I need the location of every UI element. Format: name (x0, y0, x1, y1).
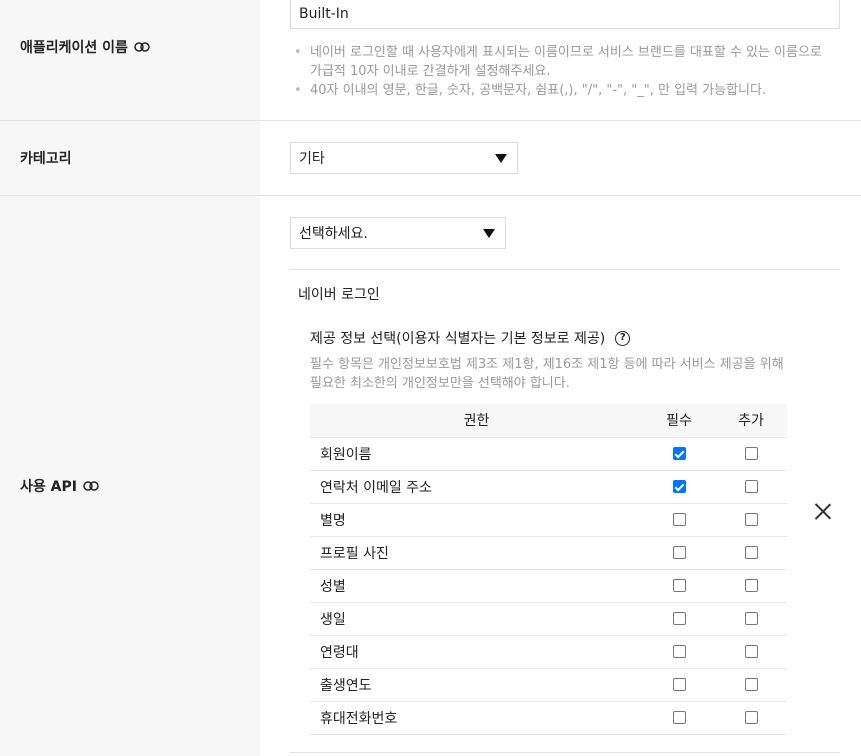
question-circle-icon[interactable]: ? (615, 330, 631, 346)
naver-login-title: 네이버 로그인 (298, 287, 380, 303)
extra-cell (715, 535, 787, 569)
permission-name: 생일 (310, 601, 643, 635)
app-name-row: 애플리케이션 이름 네이버 로그인할 때 사용자에게 표시되는 이름이므로 서비… (0, 0, 861, 121)
extra-cell (715, 469, 787, 503)
required-cell (643, 502, 715, 536)
required-cell (643, 667, 715, 701)
table-row: 생일 (310, 601, 787, 635)
extra-checkbox[interactable] (744, 678, 758, 691)
required-cell (643, 469, 715, 503)
app-name-help-list: 네이버 로그인할 때 사용자에게 표시되는 이름이므로 서비스 브랜드를 대표할… (292, 43, 832, 100)
required-checkbox[interactable] (672, 579, 686, 592)
api-select[interactable]: 선택하세요. (290, 217, 506, 249)
category-row: 카테고리 기타 (0, 121, 861, 196)
extra-checkbox[interactable] (744, 711, 758, 724)
extra-checkbox[interactable] (744, 546, 758, 559)
required-cell (643, 535, 715, 569)
label-column: 사용 API (0, 196, 260, 756)
required-cell (643, 436, 715, 470)
info-select-title: 제공 정보 선택(이용자 식별자는 기본 정보로 제공) ? (310, 328, 631, 348)
link-icon[interactable] (134, 42, 150, 52)
header-permission: 권한 (310, 404, 643, 437)
required-checkbox[interactable] (672, 711, 686, 724)
category-select[interactable]: 기타 (290, 142, 518, 174)
extra-checkbox[interactable] (744, 513, 758, 526)
required-cell (643, 700, 715, 735)
permission-table: 권한 필수 추가 회원이름 연락처 이메일 주소 별명 프로필 사진 성별 생일 연령대 출생… (310, 404, 787, 735)
required-checkbox[interactable] (672, 612, 686, 625)
table-row: 연락처 이메일 주소 (310, 469, 787, 503)
permission-name: 연령대 (310, 634, 643, 668)
link-icon[interactable] (83, 481, 99, 491)
required-checkbox[interactable] (672, 447, 686, 460)
api-select-placeholder: 선택하세요. (299, 226, 368, 242)
help-item: 40자 이내의 영문, 한글, 숫자, 공백문자, 쉼표(,), "/", "-… (292, 81, 832, 100)
table-row: 휴대전화번호 (310, 700, 787, 735)
info-select-desc: 필수 항목은 개인정보보호법 제3조 제1항, 제16조 제1항 등에 따라 서… (310, 357, 784, 391)
label-column: 애플리케이션 이름 (0, 0, 260, 120)
permission-name: 휴대전화번호 (310, 700, 643, 735)
label-column: 카테고리 (0, 121, 260, 195)
permission-name: 프로필 사진 (310, 535, 643, 569)
permission-name: 출생연도 (310, 667, 643, 701)
caret-down-icon (483, 229, 495, 238)
divider (290, 269, 840, 270)
category-selected-value: 기타 (299, 151, 325, 167)
required-cell (643, 634, 715, 668)
extra-checkbox[interactable] (744, 612, 758, 625)
table-row: 성별 (310, 568, 787, 602)
header-extra: 추가 (715, 404, 787, 437)
api-label-text: 사용 API (20, 479, 77, 495)
api-row: 사용 API 선택하세요. 네이버 로그인 제공 정보 선택(이용자 식별자는 … (0, 196, 861, 756)
extra-cell (715, 700, 787, 735)
app-name-label-text: 애플리케이션 이름 (20, 40, 128, 56)
app-name-input[interactable] (290, 0, 840, 29)
divider (290, 752, 840, 753)
permission-name: 회원이름 (310, 436, 643, 470)
app-name-label: 애플리케이션 이름 (20, 37, 150, 57)
extra-checkbox[interactable] (744, 447, 758, 460)
required-checkbox[interactable] (672, 546, 686, 559)
table-row: 출생연도 (310, 667, 787, 701)
extra-checkbox[interactable] (744, 480, 758, 493)
required-checkbox[interactable] (672, 480, 686, 493)
info-select-title-text: 제공 정보 선택(이용자 식별자는 기본 정보로 제공) (310, 331, 606, 347)
table-header-row: 권한 필수 추가 (310, 404, 787, 437)
permission-table-body: 회원이름 연락처 이메일 주소 별명 프로필 사진 성별 생일 연령대 출생연도 휴대전화번호 (310, 436, 787, 735)
required-checkbox[interactable] (672, 645, 686, 658)
required-cell (643, 601, 715, 635)
caret-down-icon (495, 154, 507, 163)
extra-cell (715, 568, 787, 602)
close-icon[interactable] (814, 502, 832, 520)
permission-name: 성별 (310, 568, 643, 602)
permission-name: 연락처 이메일 주소 (310, 469, 643, 503)
table-row: 회원이름 (310, 436, 787, 470)
header-required: 필수 (643, 404, 715, 437)
extra-cell (715, 667, 787, 701)
table-row: 프로필 사진 (310, 535, 787, 569)
extra-cell (715, 601, 787, 635)
required-checkbox[interactable] (672, 513, 686, 526)
required-checkbox[interactable] (672, 678, 686, 691)
required-cell (643, 568, 715, 602)
table-row: 별명 (310, 502, 787, 536)
extra-checkbox[interactable] (744, 579, 758, 592)
category-label: 카테고리 (20, 151, 72, 167)
permission-name: 별명 (310, 502, 643, 536)
extra-cell (715, 436, 787, 470)
api-label: 사용 API (20, 476, 99, 496)
table-row: 연령대 (310, 634, 787, 668)
extra-cell (715, 634, 787, 668)
help-item: 네이버 로그인할 때 사용자에게 표시되는 이름이므로 서비스 브랜드를 대표할… (292, 43, 832, 81)
extra-cell (715, 502, 787, 536)
extra-checkbox[interactable] (744, 645, 758, 658)
